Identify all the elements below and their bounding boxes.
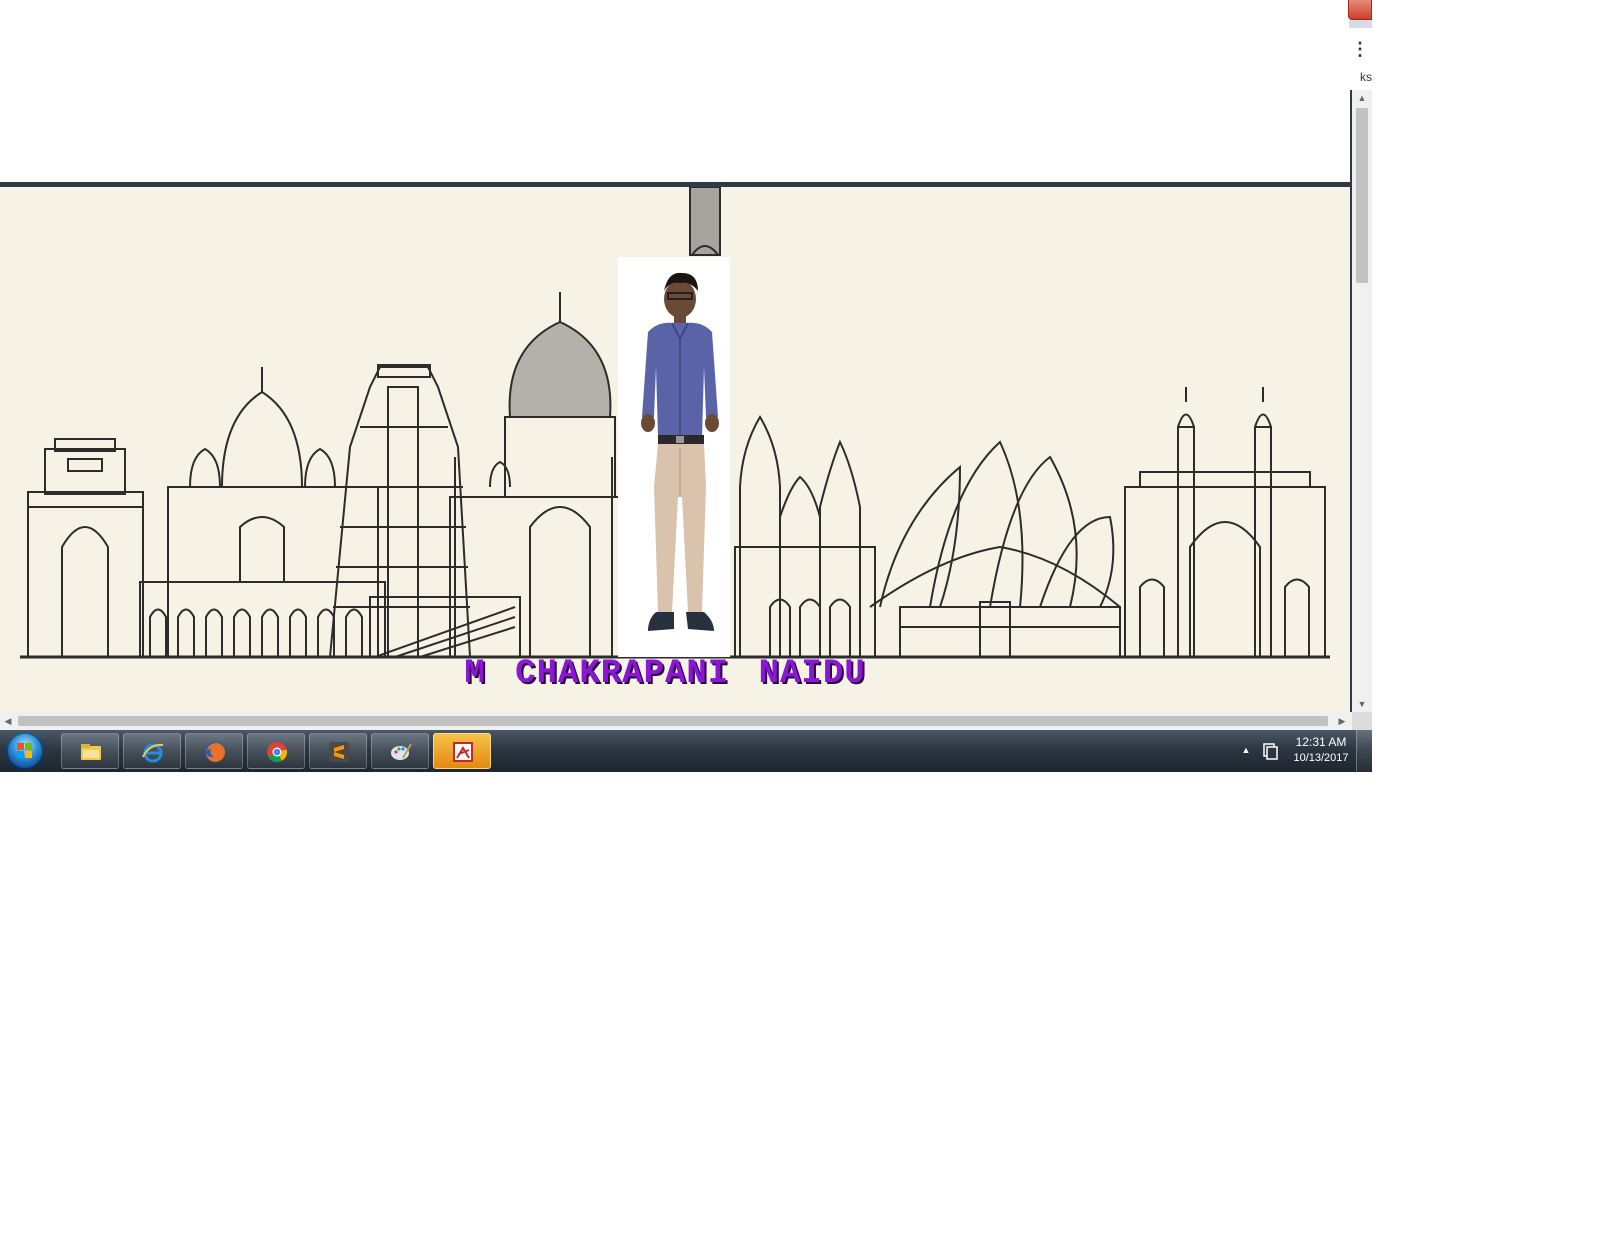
scroll-right-icon[interactable]: ▶ [1334,712,1350,730]
network-icon[interactable] [1262,742,1278,760]
india-gate-sketch [27,438,144,658]
taskbar-firefox-button[interactable] [185,733,243,769]
windows-logo-icon [17,743,33,759]
desktop-screen: ⋮ ks M CHAKRAPANI NAIDU ▲ ▼ ◀ ▶ ▲ 12:31 … [0,0,1372,772]
browser-viewport: M CHAKRAPANI NAIDU [0,90,1352,712]
clock-time[interactable]: 12:31 AM [1288,735,1354,749]
scroll-up-icon[interactable]: ▲ [1352,90,1372,106]
ie-icon [142,743,164,763]
scroll-down-icon[interactable]: ▼ [1352,696,1372,712]
firefox-icon [205,742,225,762]
scrollbar-corner [1352,712,1372,730]
taskbar-explorer-button[interactable] [61,733,119,769]
horizontal-scrollbar[interactable]: ◀ ▶ [0,712,1352,730]
taskbar-acrobat-button[interactable] [433,733,491,769]
taskbar-paint-button[interactable] [371,733,429,769]
tower-sketch [689,187,721,256]
taskbar-sublime-button[interactable] [309,733,367,769]
page-header [0,90,1350,187]
temple-cluster-sketch [734,415,876,658]
taskbar-chrome-button[interactable] [247,733,305,769]
scroll-left-icon[interactable]: ◀ [0,712,16,730]
folder-icon [81,744,101,760]
gateway-of-india-sketch [1124,387,1326,658]
chrome-icon [267,742,288,763]
system-tray: ▲ 12:31 AM 10/13/2017 [1240,730,1372,772]
windows-taskbar: ▲ 12:31 AM 10/13/2017 [0,730,1372,772]
skyline-banner: M CHAKRAPANI NAIDU [0,187,1350,712]
start-button[interactable] [6,732,44,770]
taskbar-ie-button[interactable] [123,733,181,769]
vertical-scrollbar[interactable]: ▲ ▼ [1352,90,1372,712]
show-hidden-icons-icon[interactable]: ▲ [1240,742,1252,758]
banner-name-title: M CHAKRAPANI NAIDU [464,655,866,693]
horizontal-scroll-thumb[interactable] [18,716,1328,726]
clock-date[interactable]: 10/13/2017 [1288,752,1354,764]
bookmarks-label-fragment[interactable]: ks [1348,70,1372,86]
show-desktop-button[interactable] [1356,730,1372,772]
paint-icon [391,743,412,760]
acrobat-icon [453,742,473,762]
palace-sketch [139,367,386,658]
sublime-icon [329,742,349,762]
person-photo [641,272,719,631]
lotus-temple-sketch [869,440,1121,658]
vertical-scroll-thumb[interactable] [1356,108,1368,283]
browser-menu-icon[interactable]: ⋮ [1348,38,1372,60]
taj-mahal-sketch [369,292,621,658]
window-close-button[interactable] [1348,0,1372,28]
